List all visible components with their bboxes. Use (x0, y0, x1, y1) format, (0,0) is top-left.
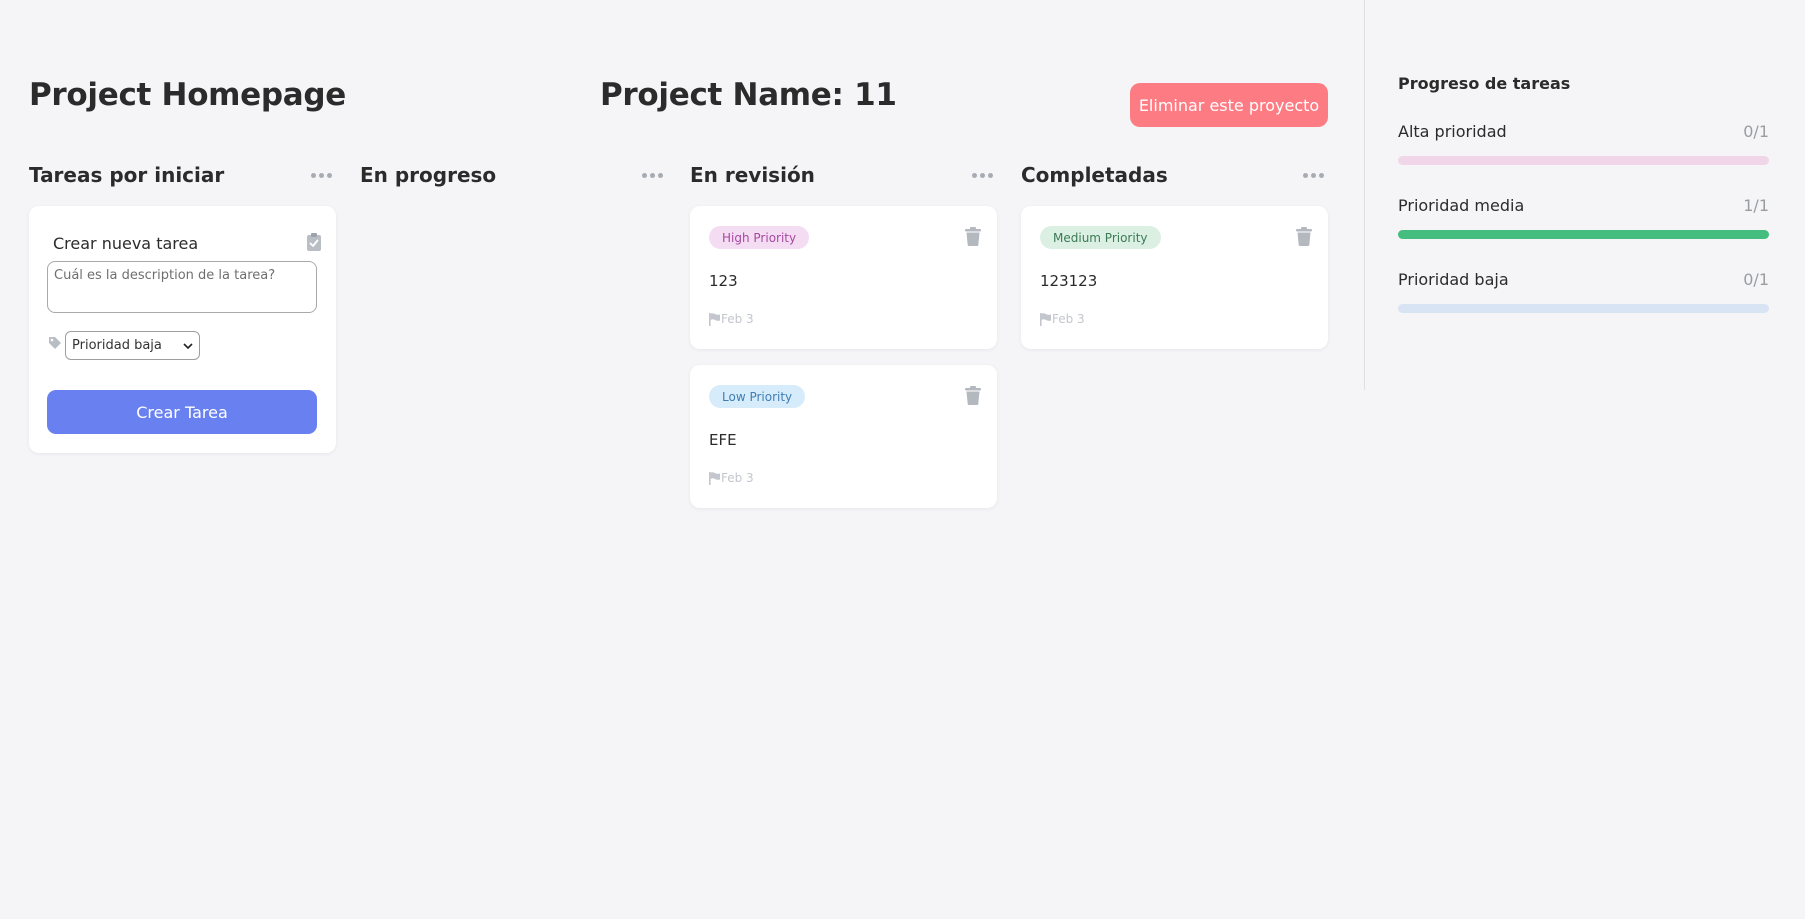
project-name: Project Name: 11 (600, 77, 897, 113)
progress-sidebar: Progreso de tareas Alta prioridad 0/1 Pr… (1364, 0, 1805, 390)
column-todo: Tareas por iniciar Crear nueva tarea Pri… (29, 160, 336, 453)
more-options-icon[interactable] (1299, 169, 1328, 182)
task-text: 123 (709, 272, 738, 290)
task-date: Feb 3 (1040, 312, 1085, 326)
progress-bar (1398, 230, 1769, 239)
flag-icon (709, 471, 720, 485)
more-options-icon[interactable] (638, 169, 667, 182)
progress-count: 0/1 (1743, 122, 1769, 141)
delete-project-button[interactable]: Eliminar este proyecto (1130, 83, 1328, 127)
more-options-icon[interactable] (307, 169, 336, 182)
column-header: Completadas (1021, 160, 1328, 190)
task-date-text: Feb 3 (721, 312, 754, 326)
task-date: Feb 3 (709, 471, 754, 485)
create-task-button[interactable]: Crear Tarea (47, 390, 317, 434)
priority-badge: Low Priority (709, 385, 806, 408)
task-text: 123123 (1040, 272, 1098, 290)
sidebar-title: Progreso de tareas (1398, 74, 1571, 93)
column-title: Completadas (1021, 163, 1168, 187)
progress-bar (1398, 156, 1769, 165)
progress-label: Alta prioridad (1398, 122, 1507, 141)
task-card[interactable]: High Priority 123 Feb 3 (690, 206, 997, 349)
priority-badge: Medium Priority (1040, 226, 1161, 249)
task-date: Feb 3 (709, 312, 754, 326)
column-title: Tareas por iniciar (29, 163, 225, 187)
progress-fill (1398, 230, 1769, 239)
progress-bar (1398, 304, 1769, 313)
task-card[interactable]: Medium Priority 123123 Feb 3 (1021, 206, 1328, 349)
priority-select-value: Prioridad baja (72, 338, 162, 353)
task-text: EFE (709, 431, 737, 449)
column-completed: Completadas Medium Priority 123123 Feb 3 (1021, 160, 1328, 349)
board-area: Project Homepage Project Name: 11 Elimin… (0, 0, 1364, 919)
column-review: En revisión High Priority 123 Feb 3 Low … (690, 160, 997, 508)
task-date-text: Feb 3 (1052, 312, 1085, 326)
flag-icon (709, 312, 720, 326)
task-card[interactable]: Low Priority EFE Feb 3 (690, 365, 997, 508)
priority-badge: High Priority (709, 226, 810, 249)
new-task-title: Crear nueva tarea (53, 234, 199, 253)
progress-count: 0/1 (1743, 270, 1769, 289)
progress-label: Prioridad media (1398, 196, 1525, 215)
task-date-text: Feb 3 (721, 471, 754, 485)
column-title: En revisión (690, 163, 815, 187)
priority-select[interactable]: Prioridad baja (65, 331, 200, 360)
column-header: Tareas por iniciar (29, 160, 336, 190)
trash-icon[interactable] (965, 386, 981, 405)
tag-icon (49, 337, 61, 349)
chevron-down-icon (183, 342, 193, 349)
column-in-progress: En progreso (360, 160, 667, 190)
page-title: Project Homepage (29, 77, 347, 113)
column-header: En revisión (690, 160, 997, 190)
new-task-card: Crear nueva tarea Prioridad baja Crear T… (29, 206, 336, 453)
clipboard-check-icon (307, 233, 321, 251)
progress-count: 1/1 (1743, 196, 1769, 215)
progress-label: Prioridad baja (1398, 270, 1509, 289)
column-header: En progreso (360, 160, 667, 190)
task-description-input[interactable] (47, 261, 317, 313)
column-title: En progreso (360, 163, 497, 187)
flag-icon (1040, 312, 1051, 326)
trash-icon[interactable] (965, 227, 981, 246)
more-options-icon[interactable] (968, 169, 997, 182)
trash-icon[interactable] (1296, 227, 1312, 246)
